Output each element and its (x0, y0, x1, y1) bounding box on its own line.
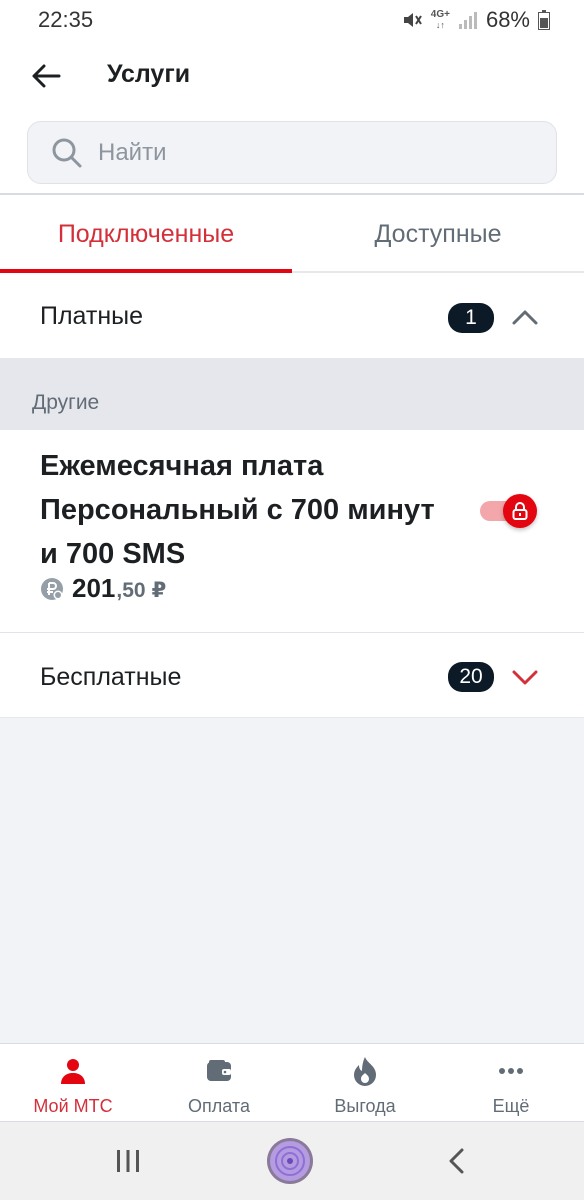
nav-label: Оплата (188, 1096, 250, 1116)
status-icons: 4G+ ↓↑ 68% (401, 7, 550, 33)
search-icon (50, 136, 84, 170)
paid-services-label: Платные (40, 302, 144, 330)
paid-services-header[interactable]: Платные 1 (0, 273, 584, 358)
status-time: 22:35 (38, 7, 94, 32)
back-button[interactable] (26, 56, 66, 96)
chevron-left-icon (449, 1148, 464, 1174)
search-box[interactable] (27, 121, 557, 184)
home-icon (267, 1138, 313, 1184)
arrow-left-icon (32, 64, 61, 88)
nav-my-mts[interactable]: Мой МТС (0, 1044, 146, 1123)
chevron-up-icon[interactable] (510, 302, 540, 332)
free-services-label: Бесплатные (40, 663, 182, 691)
section-header: Другие (0, 358, 584, 430)
nav-payment[interactable]: Оплата (146, 1044, 292, 1123)
tab-available[interactable]: Доступные (292, 195, 584, 273)
system-nav-bar (0, 1122, 584, 1200)
mute-icon (401, 9, 423, 31)
system-back-button[interactable] (428, 1122, 484, 1200)
nav-label: Ещё (492, 1096, 530, 1116)
service-title: Ежемесячная плата Персональный с 700 мин… (40, 450, 435, 570)
wallet-icon (146, 1056, 292, 1086)
header: Услуги (0, 40, 584, 110)
bottom-nav: Мой МТС Оплата Выгода Ещё (0, 1043, 584, 1122)
lock-icon (512, 502, 528, 520)
more-icon (438, 1056, 584, 1086)
price-main: 201 (72, 573, 116, 603)
free-services-header[interactable]: Бесплатные 20 (0, 633, 584, 718)
section-label: Другие (32, 391, 100, 414)
nav-more[interactable]: Ещё (438, 1044, 584, 1123)
toggle-knob (503, 494, 537, 528)
signal-icon (458, 10, 478, 30)
fire-icon (292, 1056, 438, 1086)
search-input[interactable] (98, 138, 498, 167)
free-count-badge: 20 (448, 662, 494, 692)
recent-apps-button[interactable] (100, 1122, 156, 1200)
home-button[interactable] (262, 1122, 318, 1200)
network-icon: 4G+ ↓↑ (430, 9, 450, 31)
tab-connected[interactable]: Подключенные (0, 195, 292, 273)
battery-icon (538, 10, 550, 30)
nav-label: Выгода (334, 1096, 396, 1116)
network-label: 4G+ (430, 9, 450, 20)
ruble-coin-icon (40, 577, 64, 601)
price-fraction: ,50 (116, 579, 146, 602)
chevron-down-icon[interactable] (510, 662, 540, 692)
paid-count-badge: 1 (448, 303, 494, 333)
nav-label: Мой МТС (33, 1096, 113, 1116)
service-price: 201 ,50 ₽ (40, 573, 166, 604)
user-icon (0, 1056, 146, 1086)
price-currency: ₽ (151, 579, 167, 602)
tabs: Подключенные Доступные (0, 195, 584, 273)
divider (0, 717, 584, 718)
recent-apps-icon (117, 1150, 139, 1172)
status-bar: 22:35 4G+ ↓↑ 68% (0, 0, 584, 40)
service-item[interactable]: Ежемесячная плата Персональный с 700 мин… (0, 430, 584, 633)
page-title: Услуги (107, 60, 191, 88)
service-toggle[interactable] (478, 494, 540, 528)
battery-label: 68% (485, 7, 530, 32)
nav-benefits[interactable]: Выгода (292, 1044, 438, 1123)
